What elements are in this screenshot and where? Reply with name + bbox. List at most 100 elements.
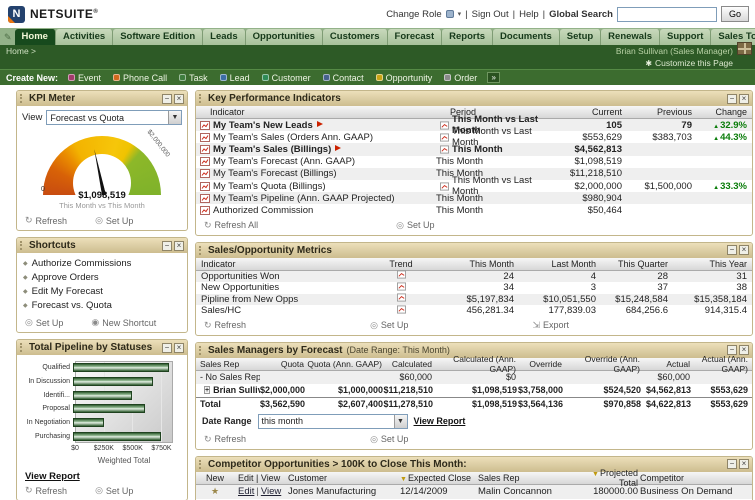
col-this-quarter[interactable]: This Quarter	[596, 259, 668, 269]
date-range-select[interactable]: this month ▼	[258, 414, 408, 429]
col-sales-rep[interactable]: Sales Rep	[478, 473, 580, 483]
col-customer[interactable]: Customer	[288, 473, 400, 483]
chevron-down-icon[interactable]: ▾	[458, 10, 462, 18]
kpi-view-select[interactable]: Forecast vs Quota ▼	[46, 110, 182, 125]
view-report-link[interactable]: View Report	[25, 471, 187, 482]
close-button[interactable]: ×	[174, 343, 184, 353]
create-new-item[interactable]: Lead	[220, 73, 250, 83]
col-expected-close[interactable]: ▼Expected Close	[400, 473, 478, 483]
shortcut-link[interactable]: ◆ Authorize Commissions	[23, 256, 181, 270]
nav-tab[interactable]: Support	[660, 29, 711, 45]
table-row[interactable]: My Team's Sales (Orders Ann. GAAP) This …	[196, 131, 752, 143]
close-button[interactable]: ×	[174, 94, 184, 104]
refresh-link[interactable]: ↻Refresh	[25, 215, 67, 226]
table-row[interactable]: My Team's Quota (Billings) This Month vs…	[196, 180, 752, 192]
kpi-chart-icon[interactable]	[200, 145, 210, 154]
close-button[interactable]: ×	[174, 241, 184, 251]
shortcut-link[interactable]: ◆ Forecast vs. Quota	[23, 298, 181, 312]
kpi-chart-icon[interactable]	[200, 206, 210, 215]
col-override-gaap[interactable]: Override (Ann. GAAP)	[562, 354, 640, 374]
kpi-chart-icon[interactable]	[200, 157, 210, 166]
col-indicator[interactable]: Indicator	[196, 106, 436, 118]
table-row[interactable]: My Team's Pipeline (Ann. GAAP Projected)…	[196, 192, 752, 204]
kpi-chart-icon[interactable]	[200, 194, 210, 203]
export-link[interactable]: ⇲Export	[532, 320, 569, 331]
table-row[interactable]: My Team's Forecast (Ann. GAAP) This Mont…	[196, 156, 752, 168]
breadcrumb[interactable]: Home >	[6, 46, 36, 56]
nav-tab[interactable]: Software Edition	[113, 29, 203, 45]
chevron-down-icon[interactable]: ▼	[168, 111, 181, 124]
kpi-meter-header[interactable]: KPI Meter − ×	[17, 91, 187, 106]
new-shortcut-link[interactable]: ◉New Shortcut	[91, 317, 156, 328]
help-link[interactable]: Help	[519, 9, 539, 20]
refresh-link[interactable]: ↻Refresh	[204, 320, 246, 331]
setup-link[interactable]: ◎Set Up	[396, 220, 434, 231]
nav-tab[interactable]: Leads	[203, 29, 245, 45]
nav-tab[interactable]: Forecast	[388, 29, 443, 45]
nav-tab[interactable]: Renewals	[601, 29, 660, 45]
col-quota[interactable]: Quota	[260, 359, 304, 369]
create-new-item[interactable]: Task	[179, 73, 208, 83]
table-row[interactable]: My Team's Sales (Billings) This Month $4…	[196, 143, 752, 155]
col-indicator[interactable]: Indicator	[196, 259, 386, 269]
trend-icon[interactable]	[397, 293, 406, 302]
table-row[interactable]: ★ Edit|View Jones Manufacturing 12/14/20…	[196, 485, 752, 499]
new-record-icon[interactable]: ★	[211, 486, 219, 496]
refresh-all-link[interactable]: ↻Refresh All	[204, 220, 258, 231]
create-new-item[interactable]: Contact	[323, 73, 364, 83]
minimize-button[interactable]: −	[162, 343, 172, 353]
shortcuts-header[interactable]: Shortcuts − ×	[17, 238, 187, 253]
trend-icon[interactable]	[397, 305, 406, 314]
nav-tab[interactable]: Opportunities	[246, 29, 323, 45]
col-last-month[interactable]: Last Month	[514, 259, 596, 269]
table-row[interactable]: New Opportunities 34 3 37 38	[196, 282, 752, 294]
minimize-button[interactable]: −	[727, 245, 737, 255]
kpi-chart-icon[interactable]	[200, 169, 210, 178]
create-new-item[interactable]: Phone Call	[113, 73, 167, 83]
setup-link[interactable]: ◎Set Up	[95, 215, 133, 226]
minimize-button[interactable]: −	[162, 241, 172, 251]
setup-link[interactable]: ◎Set Up	[95, 485, 133, 496]
nav-tab[interactable]: Documents	[493, 29, 560, 45]
create-new-item[interactable]: Customer	[262, 73, 311, 83]
minimize-button[interactable]: −	[162, 94, 172, 104]
kpi-panel-header[interactable]: Key Performance Indicators − ×	[196, 91, 752, 106]
chevron-down-icon[interactable]: ▼	[394, 415, 407, 428]
global-search-input[interactable]	[617, 7, 717, 22]
col-this-month[interactable]: This Month	[416, 259, 514, 269]
metrics-header[interactable]: Sales/Opportunity Metrics − ×	[196, 243, 752, 258]
col-projected-total[interactable]: ▼Projected Total	[580, 468, 638, 488]
table-row[interactable]: +Total $3,562,590 $2,607,400 $11,278,510…	[196, 397, 752, 410]
minimize-button[interactable]: −	[727, 459, 737, 469]
nav-tab[interactable]: Activities	[56, 29, 113, 45]
col-actual[interactable]: Actual	[640, 359, 690, 369]
shortcut-link[interactable]: ◆ Approve Orders	[23, 270, 181, 284]
table-row[interactable]: Authorized Commission This Month $50,464…	[196, 204, 752, 216]
role-icon[interactable]	[446, 10, 454, 18]
table-row[interactable]: Pipline from New Opps $5,197,834 $10,051…	[196, 294, 752, 306]
bar[interactable]	[73, 432, 161, 441]
quick-edit-icon[interactable]: ✎	[4, 32, 12, 43]
table-row[interactable]: +Brian Sullivan $2,000,000 $1,000,000 $1…	[196, 384, 752, 397]
kpi-chart-icon[interactable]	[200, 182, 210, 191]
close-button[interactable]: ×	[739, 245, 749, 255]
bar[interactable]	[73, 377, 153, 386]
col-override[interactable]: Override	[516, 359, 562, 369]
bar[interactable]	[73, 418, 104, 427]
bar[interactable]	[73, 404, 145, 413]
nav-tab[interactable]: Setup	[560, 29, 601, 45]
col-this-year[interactable]: This Year	[668, 259, 752, 269]
edit-link[interactable]: Edit	[238, 486, 254, 497]
col-change[interactable]: Change	[692, 107, 752, 117]
package-icon[interactable]	[737, 42, 752, 55]
expand-icon[interactable]: +	[204, 386, 210, 394]
create-new-item[interactable]: Event	[68, 73, 101, 83]
view-link[interactable]: View	[261, 486, 281, 497]
col-quota-gaap[interactable]: Quota (Ann. GAAP)	[304, 359, 382, 369]
create-new-more-button[interactable]: »	[487, 72, 500, 83]
go-button[interactable]: Go	[721, 6, 749, 22]
pipeline-header[interactable]: Total Pipeline by Statuses − ×	[17, 340, 187, 355]
competitor-header[interactable]: Competitor Opportunities > 100K to Close…	[196, 457, 752, 472]
change-role-link[interactable]: Change Role	[386, 9, 441, 20]
col-new[interactable]: New	[196, 473, 234, 483]
